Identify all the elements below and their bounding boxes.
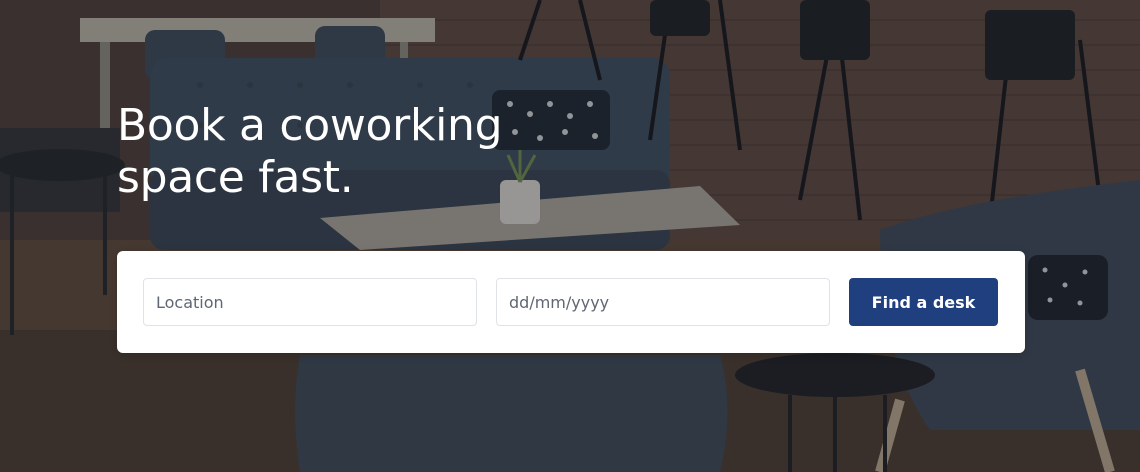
date-input[interactable] <box>496 278 830 326</box>
find-desk-button[interactable]: Find a desk <box>849 278 998 326</box>
hero-headline: Book a coworking space fast. <box>117 100 503 203</box>
search-card: Find a desk <box>117 251 1025 353</box>
location-input[interactable] <box>143 278 477 326</box>
hero-dark-overlay <box>0 0 1140 472</box>
hero-section: Book a coworking space fast. Find a desk <box>0 0 1140 472</box>
